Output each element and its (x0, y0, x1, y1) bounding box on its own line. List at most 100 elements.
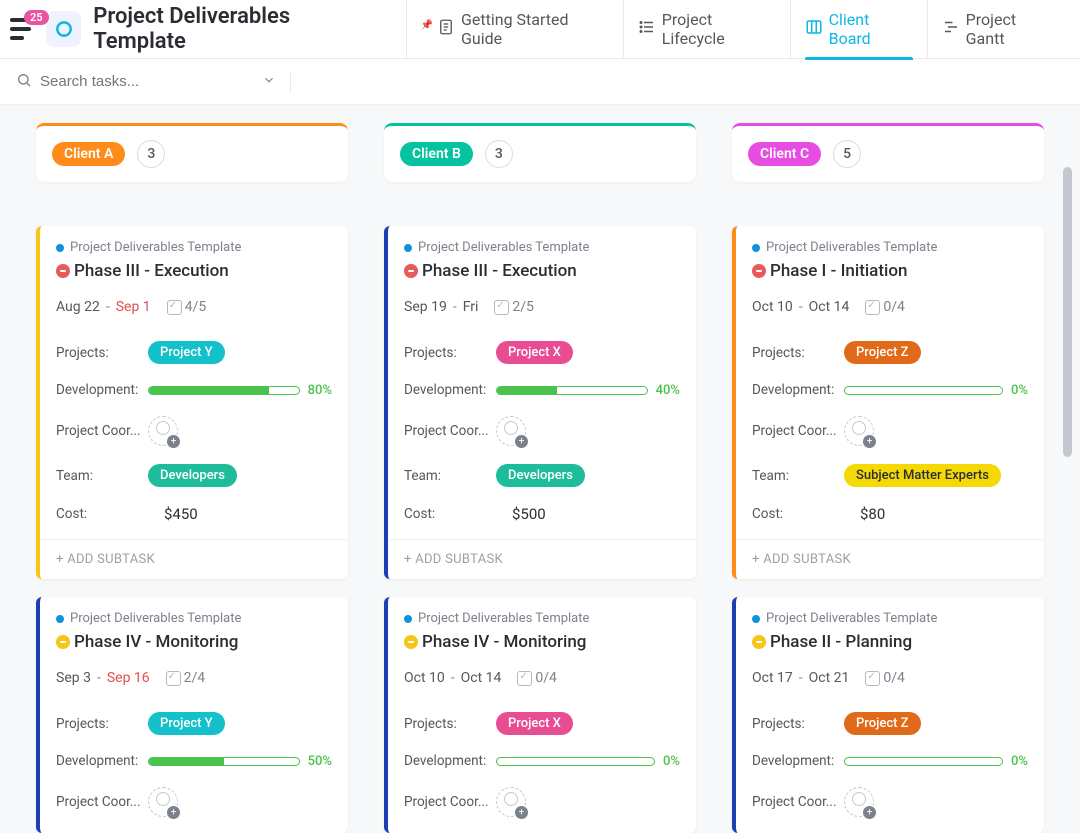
progress-bar[interactable] (844, 386, 1003, 395)
tab-label: Getting Started Guide (461, 10, 609, 48)
task-card[interactable]: Project Deliverables Template Phase III … (36, 226, 348, 579)
date-from: Oct 17 (752, 670, 793, 686)
menu-toggle[interactable]: 25 (10, 18, 38, 40)
tab-client-board[interactable]: Client Board (790, 0, 927, 59)
cost-label: Cost: (404, 506, 496, 522)
progress-bar[interactable] (844, 757, 1003, 766)
cost-label: Cost: (752, 506, 844, 522)
search-box[interactable] (16, 72, 276, 92)
date-row[interactable]: Oct 10 - Oct 14 0/4 (404, 670, 680, 686)
tab-project-lifecycle[interactable]: Project Lifecycle (623, 0, 790, 59)
breadcrumb[interactable]: Project Deliverables Template (404, 240, 680, 255)
card-title[interactable]: Phase IV - Monitoring (56, 632, 332, 652)
logo-icon[interactable] (46, 11, 81, 47)
task-card[interactable]: Project Deliverables Template Phase IV -… (384, 597, 696, 833)
add-subtask-button[interactable]: + ADD SUBTASK (736, 539, 1044, 579)
development-row: Development: 0% (752, 753, 1028, 769)
subtask-indicator[interactable]: 0/4 (865, 670, 905, 686)
team-tag[interactable]: Developers (496, 464, 585, 487)
check-icon (865, 300, 880, 315)
project-tag[interactable]: Project Y (148, 341, 225, 364)
page-title: Project Deliverables Template (93, 4, 381, 54)
assign-avatar-placeholder[interactable] (496, 416, 526, 446)
projects-label: Projects: (404, 345, 496, 361)
assign-avatar-placeholder[interactable] (148, 787, 178, 817)
date-to: Oct 14 (461, 670, 502, 686)
add-subtask-button[interactable]: + ADD SUBTASK (388, 539, 696, 579)
card-list: Project Deliverables Template Phase I - … (732, 226, 1044, 833)
project-tag[interactable]: Project Z (844, 712, 921, 735)
breadcrumb[interactable]: Project Deliverables Template (404, 611, 680, 626)
date-row[interactable]: Oct 10 - Oct 14 0/4 (752, 299, 1028, 315)
card-title[interactable]: Phase I - Initiation (752, 261, 1028, 281)
task-card[interactable]: Project Deliverables Template Phase II -… (732, 597, 1044, 833)
project-tag[interactable]: Project X (496, 341, 573, 364)
team-row: Team: Developers (56, 464, 332, 487)
date-row[interactable]: Sep 19 - Fri 2/5 (404, 299, 680, 315)
dot-icon (56, 244, 64, 252)
column-chip[interactable]: Client C (748, 142, 821, 166)
tab-project-gantt[interactable]: Project Gantt (927, 0, 1070, 59)
progress-bar[interactable] (148, 757, 300, 766)
assign-avatar-placeholder[interactable] (844, 787, 874, 817)
search-input[interactable] (40, 73, 254, 90)
date-row[interactable]: Aug 22 - Sep 1 4/5 (56, 299, 332, 315)
projects-row: Projects: Project X (404, 712, 680, 735)
progress-percent: 50% (308, 754, 332, 769)
column-header[interactable]: Client B 3 (384, 123, 696, 182)
date-row[interactable]: Sep 3 - Sep 16 2/4 (56, 670, 332, 686)
project-tag[interactable]: Project Z (844, 341, 921, 364)
breadcrumb[interactable]: Project Deliverables Template (56, 240, 332, 255)
tab-getting-started-guide[interactable]: 📌Getting Started Guide (406, 0, 623, 59)
card-title[interactable]: Phase III - Execution (404, 261, 680, 281)
coordinator-label: Project Coor... (404, 423, 496, 439)
projects-row: Projects: Project Z (752, 712, 1028, 735)
breadcrumb[interactable]: Project Deliverables Template (56, 611, 332, 626)
card-title[interactable]: Phase II - Planning (752, 632, 1028, 652)
column-header[interactable]: Client C 5 (732, 123, 1044, 182)
team-tag[interactable]: Subject Matter Experts (844, 464, 1001, 487)
development-row: Development: 50% (56, 753, 332, 769)
task-card[interactable]: Project Deliverables Template Phase III … (384, 226, 696, 579)
column-chip[interactable]: Client A (52, 142, 125, 166)
progress-bar[interactable] (148, 386, 300, 395)
column-header[interactable]: Client A 3 (36, 123, 348, 182)
vertical-scrollbar[interactable] (1063, 167, 1072, 457)
column-chip[interactable]: Client B (400, 142, 473, 166)
subtask-indicator[interactable]: 2/5 (494, 299, 534, 315)
breadcrumb[interactable]: Project Deliverables Template (752, 611, 1028, 626)
check-icon (494, 300, 509, 315)
chevron-down-icon[interactable] (262, 73, 276, 91)
progress-bar[interactable] (496, 386, 648, 395)
view-tabs: 📌Getting Started GuideProject LifecycleC… (406, 0, 1070, 59)
cost-value: $80 (860, 505, 885, 523)
team-label: Team: (56, 468, 148, 484)
progress-bar[interactable] (496, 757, 655, 766)
assign-avatar-placeholder[interactable] (844, 416, 874, 446)
breadcrumb-text: Project Deliverables Template (766, 240, 937, 255)
card-title[interactable]: Phase III - Execution (56, 261, 332, 281)
subtask-indicator[interactable]: 0/4 (517, 670, 557, 686)
projects-label: Projects: (752, 345, 844, 361)
card-list: Project Deliverables Template Phase III … (384, 226, 696, 833)
subtask-indicator[interactable]: 4/5 (167, 299, 207, 315)
column-client-a: Client A 3 Project Deliverables Template… (36, 123, 348, 833)
cost-row: Cost: $450 (56, 505, 332, 523)
add-subtask-button[interactable]: + ADD SUBTASK (40, 539, 348, 579)
breadcrumb-text: Project Deliverables Template (418, 240, 589, 255)
assign-avatar-placeholder[interactable] (148, 416, 178, 446)
board-icon (805, 18, 823, 40)
breadcrumb[interactable]: Project Deliverables Template (752, 240, 1028, 255)
assign-avatar-placeholder[interactable] (496, 787, 526, 817)
project-tag[interactable]: Project Y (148, 712, 225, 735)
progress-percent: 0% (1011, 754, 1028, 769)
card-title[interactable]: Phase IV - Monitoring (404, 632, 680, 652)
team-tag[interactable]: Developers (148, 464, 237, 487)
project-tag[interactable]: Project X (496, 712, 573, 735)
breadcrumb-text: Project Deliverables Template (418, 611, 589, 626)
task-card[interactable]: Project Deliverables Template Phase I - … (732, 226, 1044, 579)
subtask-indicator[interactable]: 0/4 (865, 299, 905, 315)
date-row[interactable]: Oct 17 - Oct 21 0/4 (752, 670, 1028, 686)
task-card[interactable]: Project Deliverables Template Phase IV -… (36, 597, 348, 833)
subtask-indicator[interactable]: 2/4 (166, 670, 206, 686)
